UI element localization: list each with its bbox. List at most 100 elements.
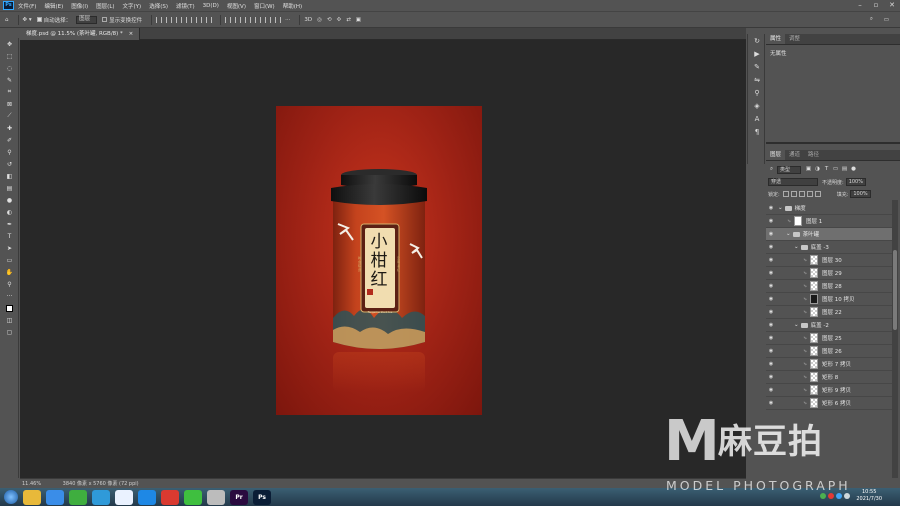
visibility-eye-icon[interactable]: ◉	[766, 283, 776, 289]
visibility-eye-icon[interactable]: ◉	[766, 309, 776, 315]
brush-tool-icon[interactable]: ✐	[0, 134, 19, 146]
layers-scrollbar[interactable]	[892, 200, 898, 478]
photoshop-icon[interactable]: Ps	[253, 489, 271, 505]
lock-pixels-icon[interactable]	[790, 191, 797, 197]
auto-select-target-dropdown[interactable]: 图层	[76, 15, 98, 24]
menu-edit[interactable]: 编辑(E)	[44, 2, 63, 10]
styles-icon[interactable]: ◈	[748, 99, 766, 112]
menu-filter[interactable]: 滤镜(T)	[176, 2, 195, 10]
taskbar-clock[interactable]: 10:55 2021/7/30	[856, 489, 882, 503]
visibility-eye-icon[interactable]: ◉	[766, 361, 776, 367]
adjustments-icon[interactable]: ⇋	[748, 73, 766, 86]
show-transform-checkbox[interactable]	[102, 17, 108, 22]
menu-select[interactable]: 选择(S)	[149, 2, 168, 10]
layer-row[interactable]: ◉ ⤷ 矩形 8	[766, 371, 892, 384]
screen-mode-icon[interactable]: ▢	[0, 326, 19, 338]
align-top-icon[interactable]	[186, 16, 193, 23]
chevron-down-icon[interactable]: ⌄	[778, 205, 783, 211]
lock-transparent-icon[interactable]	[782, 191, 789, 197]
type-tool-icon[interactable]: T	[0, 230, 19, 242]
premiere-icon[interactable]: Pr	[230, 489, 248, 505]
quick-select-tool-icon[interactable]: ✎	[0, 74, 19, 86]
tab-properties[interactable]: 属性	[766, 34, 786, 44]
history-brush-icon[interactable]: ↺	[0, 158, 19, 170]
history-panel-icon[interactable]: ↻	[748, 34, 766, 47]
menu-layer[interactable]: 图层(L)	[96, 2, 114, 10]
tray-wechat-icon[interactable]	[820, 493, 826, 499]
align-vcenter-icon[interactable]	[196, 16, 203, 23]
layer-row[interactable]: ◉ ⤷ 图层 30	[766, 254, 892, 267]
quick-mask-icon[interactable]: ◫	[0, 314, 19, 326]
healing-brush-icon[interactable]: ✚	[0, 122, 19, 134]
brush-settings-icon[interactable]: ✎	[748, 60, 766, 73]
dodge-tool-icon[interactable]: ◐	[0, 206, 19, 218]
path-select-icon[interactable]: ➤	[0, 242, 19, 254]
layer-row[interactable]: ◉ ⤷ 图层 10 拷贝	[766, 293, 892, 306]
frame-tool-icon[interactable]: ⊠	[0, 98, 19, 110]
visibility-eye-icon[interactable]: ◉	[766, 374, 776, 380]
pen-tool-icon[interactable]: ✒	[0, 218, 19, 230]
color-swatch-icon[interactable]	[0, 302, 19, 314]
lock-all-icon[interactable]	[814, 191, 821, 197]
maximize-icon[interactable]: ▫	[868, 0, 884, 11]
3d-slide-icon[interactable]: ⇄	[346, 17, 351, 23]
visibility-eye-icon[interactable]: ◉	[766, 322, 776, 328]
tab-channels[interactable]: 通道	[785, 150, 804, 160]
minimize-icon[interactable]: –	[852, 0, 868, 11]
workspace-icon[interactable]: ▭	[884, 17, 889, 23]
zoom-level[interactable]: 11.46%	[22, 481, 41, 487]
browser-360-icon[interactable]	[69, 489, 87, 505]
marquee-tool-icon[interactable]: ⬚	[0, 50, 19, 62]
tray-network-icon[interactable]	[836, 493, 842, 499]
start-button-icon[interactable]	[4, 490, 18, 504]
store-icon[interactable]	[46, 489, 64, 505]
align-bottom-icon[interactable]	[206, 16, 213, 23]
layer-group-row[interactable]: ◉ ⌄ 茶叶罐	[766, 228, 892, 241]
distribute-bottom-icon[interactable]	[245, 16, 252, 23]
fill-input[interactable]: 100%	[850, 190, 871, 198]
lock-artboard-icon[interactable]	[806, 191, 813, 197]
opacity-input[interactable]: 100%	[845, 178, 866, 186]
paragraph-panel-icon[interactable]: ¶	[748, 125, 766, 138]
artboard[interactable]: 小 柑 红 新会陈皮 云南滇红 Tangerine black tea	[276, 106, 482, 415]
close-tab-icon[interactable]: ×	[129, 31, 134, 37]
layer-row[interactable]: ◉ ⤷ 矩形 6 拷贝	[766, 397, 892, 410]
auto-select-checkbox[interactable]	[36, 17, 42, 22]
layer-group-row[interactable]: ◉ ⌄ 底盖 -2	[766, 319, 892, 332]
layer-row[interactable]: ◉ ⤷ 图层 25	[766, 332, 892, 345]
blend-mode-dropdown[interactable]: 穿透	[768, 178, 818, 186]
folder-icon[interactable]	[23, 489, 41, 505]
menu-window[interactable]: 窗口(W)	[254, 2, 275, 10]
visibility-eye-icon[interactable]: ◉	[766, 244, 776, 250]
visibility-eye-icon[interactable]: ◉	[766, 296, 776, 302]
media-player-icon[interactable]	[92, 489, 110, 505]
home-icon[interactable]: ⌂	[5, 17, 9, 23]
layer-row[interactable]: ◉ ⤷ 图层 29	[766, 267, 892, 280]
3d-roll-icon[interactable]: ⟲	[327, 17, 332, 23]
visibility-eye-icon[interactable]: ◉	[766, 270, 776, 276]
gradient-tool-icon[interactable]: ▤	[0, 182, 19, 194]
tray-netease-icon[interactable]	[828, 493, 834, 499]
lasso-tool-icon[interactable]: ◌	[0, 62, 19, 74]
layer-row[interactable]: ◉ ⤷ 矩形 9 拷贝	[766, 384, 892, 397]
tab-paths[interactable]: 路径	[804, 150, 823, 160]
menu-view[interactable]: 视图(V)	[227, 2, 246, 10]
more-tools-icon[interactable]: ···	[0, 290, 19, 302]
layer-filter-dropdown[interactable]: 类型	[777, 165, 802, 174]
distribute-top-icon[interactable]	[225, 16, 232, 23]
filter-shape-icon[interactable]: ▭	[832, 166, 839, 173]
clone-source-icon[interactable]: ⚲	[748, 86, 766, 99]
more-options-icon[interactable]: ···	[285, 17, 290, 23]
distribute-left-icon[interactable]	[255, 16, 262, 23]
distribute-right-icon[interactable]	[275, 16, 282, 23]
menu-file[interactable]: 文件(F)	[18, 2, 36, 10]
chevron-down-icon[interactable]: ⌄	[786, 231, 791, 237]
netease-music-icon[interactable]	[161, 489, 179, 505]
move-tool-icon[interactable]: ✥ ▾	[23, 17, 32, 23]
visibility-eye-icon[interactable]: ◉	[766, 257, 776, 263]
3d-orbit-icon[interactable]: ◎	[317, 17, 322, 23]
visibility-eye-icon[interactable]: ◉	[766, 205, 776, 211]
layer-row[interactable]: ◉ ⤷ 图层 1	[766, 215, 892, 228]
layer-group-row[interactable]: ◉ ⌄ 梯度	[766, 202, 892, 215]
scrollbar-thumb[interactable]	[893, 250, 897, 330]
